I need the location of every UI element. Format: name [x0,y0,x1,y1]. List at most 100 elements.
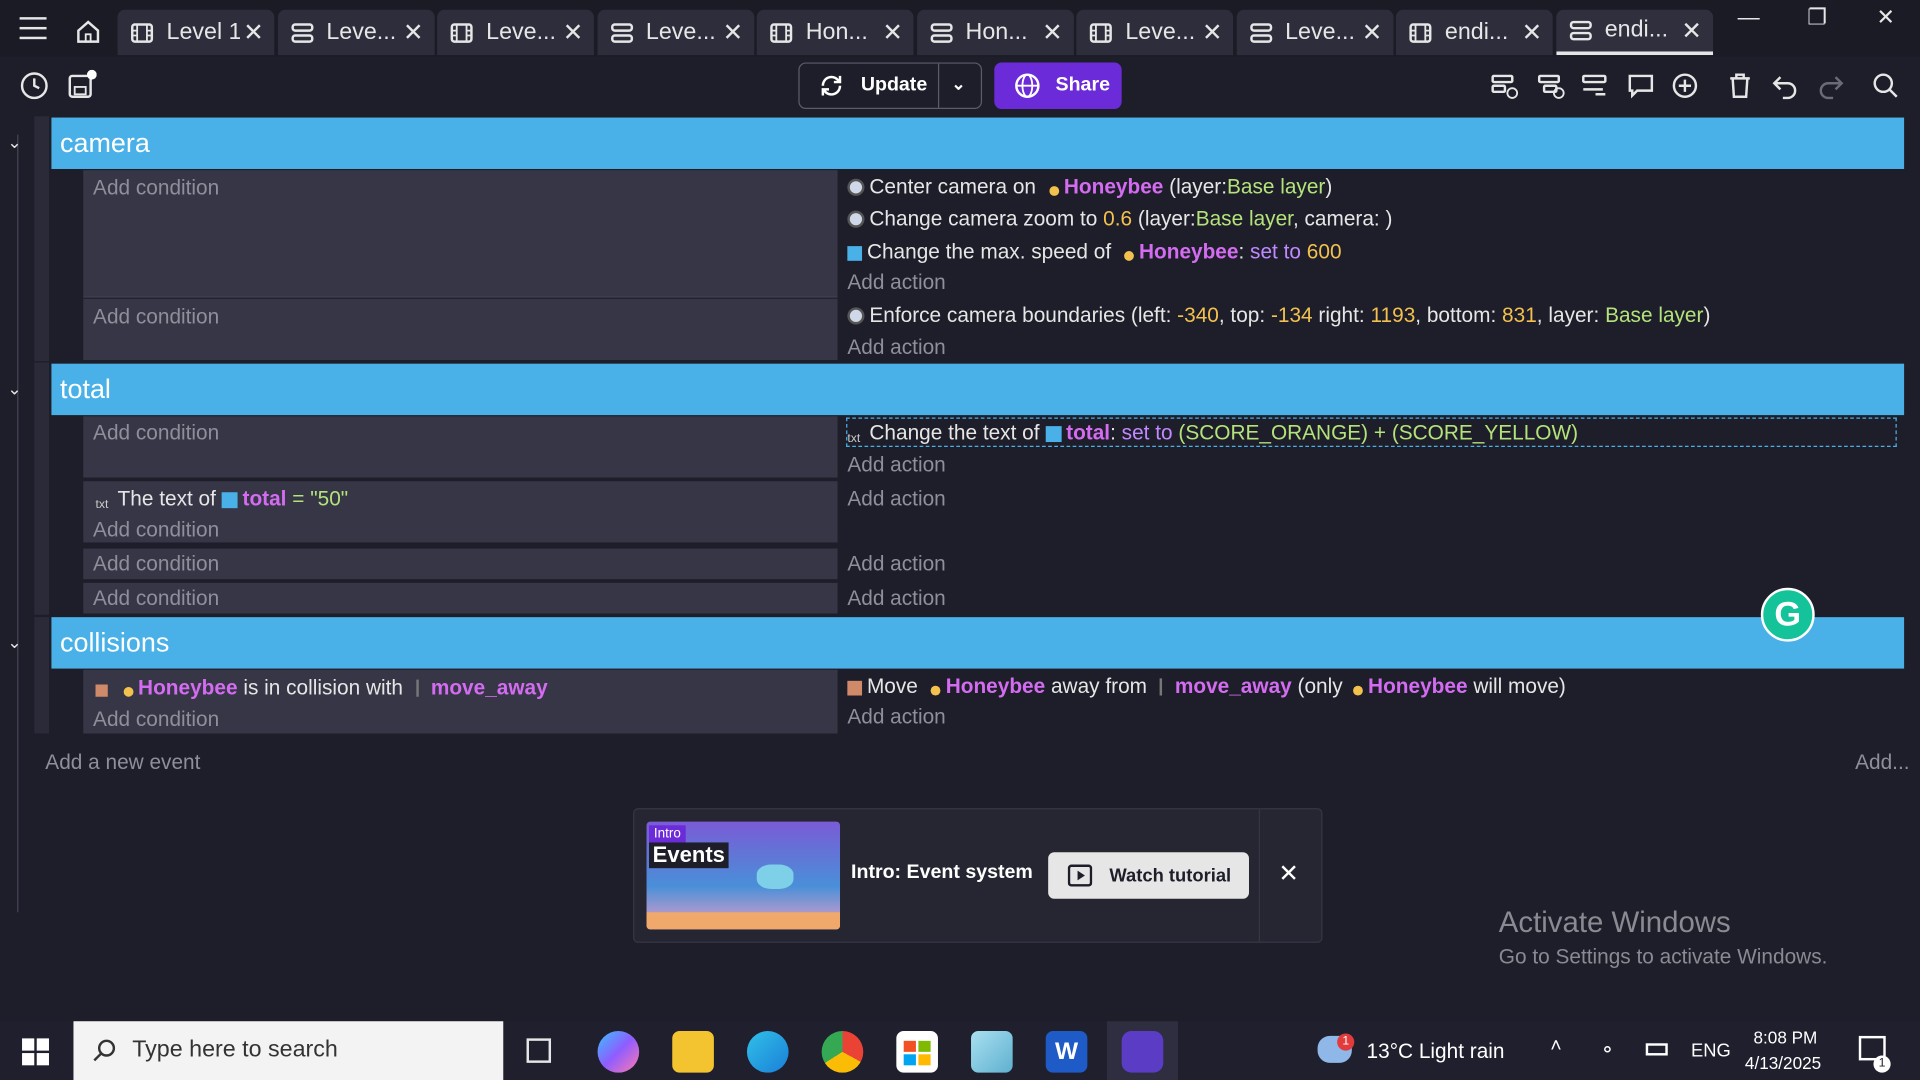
share-button[interactable]: Share [994,62,1122,109]
add-condition-link[interactable]: Add condition [93,708,219,732]
save-button[interactable] [64,69,98,103]
tab-4[interactable]: Leve... ✕ [596,9,754,56]
word-icon[interactable]: W [1045,1031,1088,1073]
actions-pane: Enforce camera boundaries (left: -340, t… [838,299,1905,360]
windows-start-icon[interactable] [22,1038,49,1066]
text-icon: txt [95,498,109,512]
search-button[interactable] [1869,69,1903,103]
condition-text-of-total[interactable]: txt The text of total = "50" [96,487,349,515]
add-action-link[interactable]: Add action [847,487,945,511]
notepad-icon[interactable] [971,1031,1013,1073]
tab-5[interactable]: Hon... ✕ [756,9,914,56]
close-window-button[interactable]: ✕ [1861,5,1910,34]
close-tutorial-icon[interactable]: ✕ [1278,858,1299,889]
close-icon[interactable]: ✕ [1039,17,1066,48]
close-icon[interactable]: ✕ [1359,17,1386,48]
chevron-up-icon[interactable]: ˄ [1550,1036,1561,1058]
add-action-link[interactable]: Add action [847,453,945,477]
store-icon[interactable] [896,1031,938,1073]
close-icon[interactable]: ✕ [719,17,746,48]
edge-icon[interactable] [746,1031,789,1073]
close-icon[interactable]: ✕ [240,17,267,48]
clock-date[interactable]: 4/13/2025 [1745,1053,1821,1073]
close-icon[interactable]: ✕ [1199,17,1226,48]
card-divider [1258,809,1261,942]
add-action-link[interactable]: Add action [847,705,945,729]
close-icon[interactable]: ✕ [879,17,906,48]
tab-2[interactable]: Leve... ✕ [277,9,435,56]
delete-button[interactable] [1723,69,1757,103]
add-other-button[interactable] [1578,69,1612,103]
undo-button[interactable] [1768,69,1802,103]
close-icon[interactable]: ✕ [400,17,427,48]
add-condition-link[interactable]: Add condition [93,176,219,200]
close-icon[interactable]: ✕ [1678,15,1705,46]
add-condition-link[interactable]: Add condition [93,305,219,329]
add-action-link[interactable]: Add action [847,587,945,611]
add-condition-link[interactable]: Add condition [93,518,219,542]
add-action-link[interactable]: Add action [847,552,945,576]
tree-line [17,134,19,913]
wifi-icon[interactable]: ⚬ [1599,1038,1615,1062]
restore-button[interactable]: ❐ [1793,5,1842,34]
group-collisions[interactable]: collisions [51,617,1905,669]
tab-7[interactable]: Leve... ✕ [1076,9,1234,56]
group-camera[interactable]: camera [51,117,1905,169]
tab-6[interactable]: Hon... ✕ [916,9,1074,56]
add-subevent-icon [1537,74,1565,99]
home-tab[interactable] [69,12,108,51]
action-change-text[interactable]: txt Change the text of total: set to (SCO… [847,421,1578,449]
history-button[interactable] [17,69,51,103]
add-more-button[interactable] [1668,69,1702,103]
actions-pane: Center camera on Honeybee (layer:Base la… [838,170,1905,296]
add-action-link[interactable]: Add action [847,336,945,360]
action-camera-zoom[interactable]: Change camera zoom to 0.6 (layer:Base la… [847,207,1392,231]
action-camera-bounds[interactable]: Enforce camera boundaries (left: -340, t… [847,304,1710,328]
minimize-button[interactable]: — [1724,5,1773,34]
add-more-link[interactable]: Add... [1855,751,1909,775]
condition-collision[interactable]: Honeybee is in collision with move_away [95,676,548,700]
group-total[interactable]: total [51,363,1905,416]
tab-9[interactable]: endi... ✕ [1395,9,1553,56]
add-subevent-button[interactable] [1534,69,1568,103]
chrome-icon[interactable] [821,1031,864,1073]
add-condition-link[interactable]: Add condition [93,587,219,611]
add-comment-button[interactable] [1624,69,1658,103]
redo-button[interactable] [1813,69,1847,103]
tab-8[interactable]: Leve... ✕ [1236,9,1393,56]
tab-1[interactable]: Level 1 ✕ [117,9,275,56]
grammarly-icon[interactable]: G [1760,587,1815,642]
tab-10[interactable]: endi... ✕ [1555,9,1713,56]
add-event-button[interactable] [1488,69,1522,103]
update-button[interactable]: Update ⌄ [798,62,983,109]
menu-icon[interactable] [19,17,47,40]
collapse-camera-icon[interactable]: ⌄ [7,132,27,152]
language-indicator[interactable]: ENG [1691,1041,1731,1062]
battery-icon[interactable] [1645,1043,1668,1056]
copilot-icon[interactable] [597,1031,640,1073]
add-condition-link[interactable]: Add condition [93,552,219,576]
gdevelop-taskbar-active[interactable] [1106,1021,1178,1080]
file-explorer-icon[interactable] [672,1031,714,1073]
close-icon[interactable]: ✕ [560,17,587,48]
add-action-link[interactable]: Add action [847,271,945,295]
chevron-down-icon[interactable]: ⌄ [951,73,965,94]
tab-label: Leve... [1125,18,1196,45]
task-view-icon[interactable] [526,1038,552,1063]
close-icon[interactable]: ✕ [1518,17,1545,48]
taskbar-search[interactable]: Type here to search [73,1021,504,1080]
clock-time[interactable]: 8:08 PM [1753,1027,1817,1047]
tab-3[interactable]: Leve... ✕ [437,9,594,56]
action-move-away[interactable]: Move Honeybee away from move_away (only … [847,675,1566,699]
collapse-collisions-icon[interactable]: ⌄ [7,632,27,652]
collapse-total-icon[interactable]: ⌄ [7,378,27,398]
weather-text[interactable]: 13°C Light rain [1367,1040,1505,1064]
globe-icon [1015,73,1040,98]
action-center-camera[interactable]: Center camera on Honeybee (layer:Base la… [847,175,1332,199]
action-max-speed[interactable]: Change the max. speed of Honeybee: set t… [847,240,1342,264]
search-icon [1873,73,1898,98]
watch-tutorial-button[interactable]: Watch tutorial [1048,852,1249,899]
add-new-event-link[interactable]: Add a new event [45,751,200,775]
undo-icon [1772,76,1797,100]
add-condition-link[interactable]: Add condition [93,421,219,445]
